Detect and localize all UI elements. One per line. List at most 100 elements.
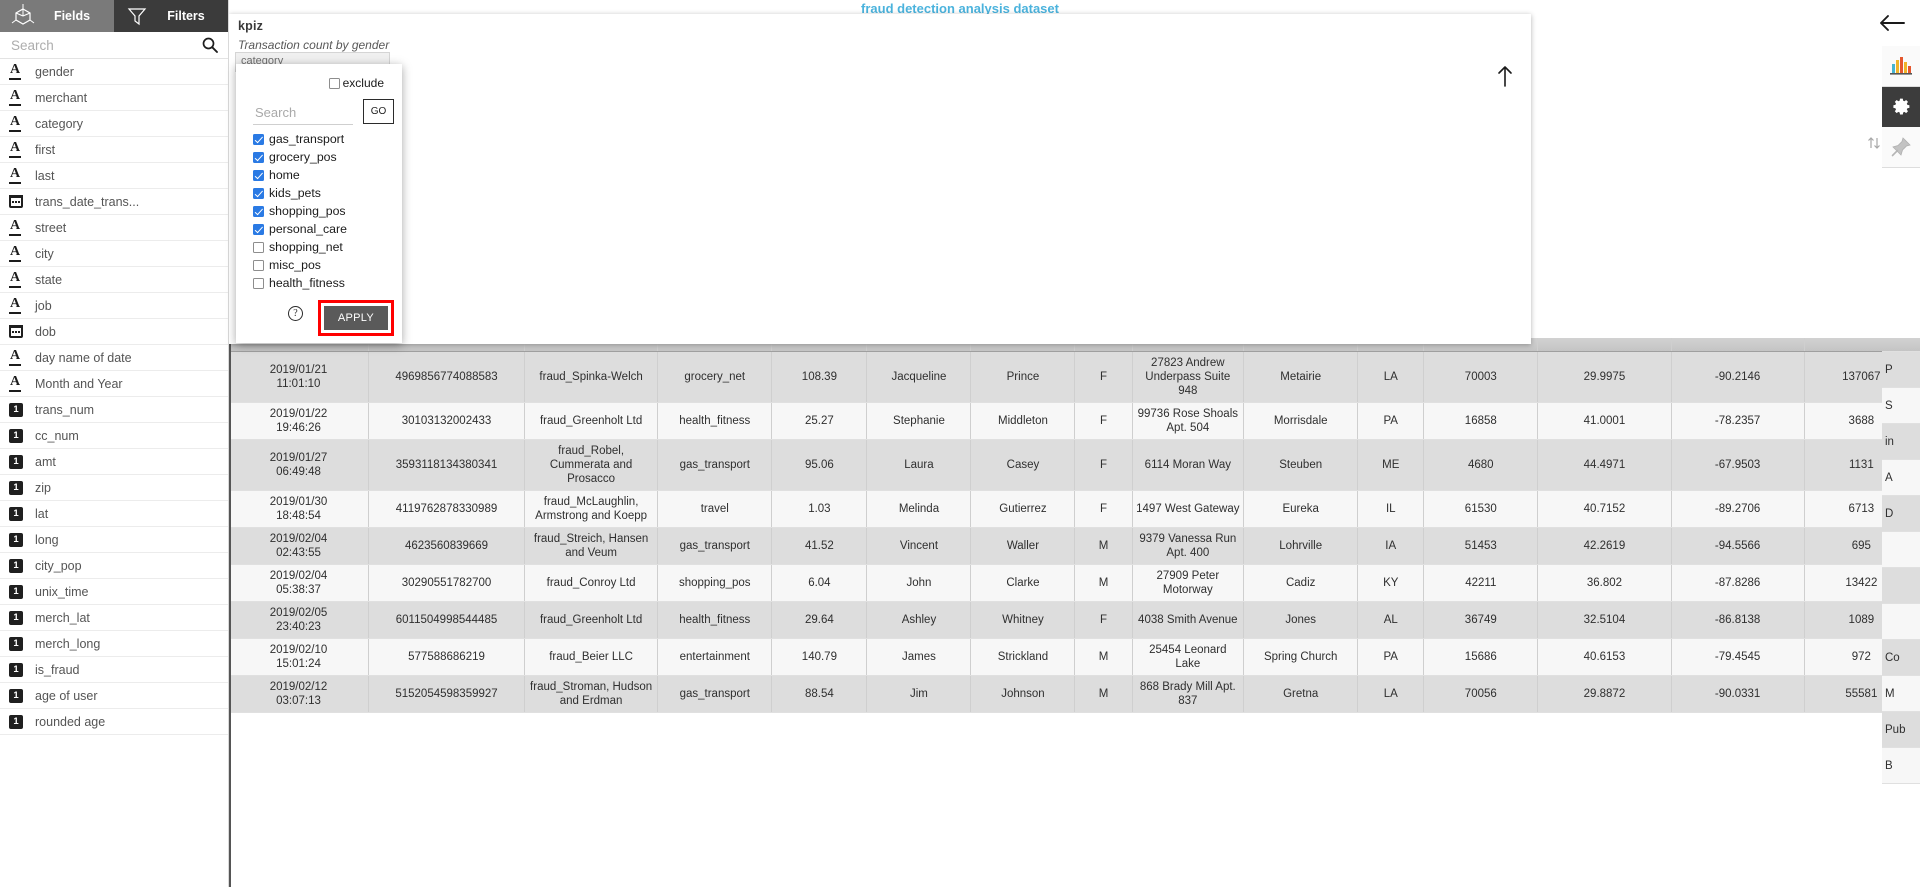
exclude-checkbox[interactable] bbox=[328, 77, 340, 89]
table-cell-merchant: fraud_Robel, Cummerata and Prosacco bbox=[524, 439, 659, 491]
back-arrow-icon[interactable] bbox=[1876, 12, 1906, 34]
number-field-icon: 1 bbox=[9, 532, 35, 547]
table-cell-zip: 16858 bbox=[1423, 402, 1539, 440]
filter-value-checkbox[interactable] bbox=[253, 223, 264, 235]
field-item[interactable]: 1 city_pop bbox=[0, 553, 228, 579]
arrow-up-icon[interactable] bbox=[1495, 64, 1515, 93]
field-item[interactable]: 1 amt bbox=[0, 449, 228, 475]
right-toolbar bbox=[1882, 46, 1920, 168]
sort-updown-icon[interactable] bbox=[1866, 136, 1882, 153]
filter-value-label: shopping_pos bbox=[269, 204, 346, 218]
gear-icon[interactable] bbox=[1882, 87, 1920, 127]
number-field-icon: 1 bbox=[9, 636, 35, 651]
bar-chart-icon[interactable] bbox=[1882, 46, 1920, 87]
table-right-partial-column: P Sin A D Co M Pub B bbox=[1882, 338, 1920, 887]
tab-fields[interactable]: Fields bbox=[0, 0, 114, 32]
field-item[interactable]: 1 age of user bbox=[0, 683, 228, 709]
field-item[interactable]: dob bbox=[0, 319, 228, 345]
magnifier-icon[interactable] bbox=[200, 35, 220, 55]
field-item[interactable]: Afirst bbox=[0, 137, 228, 163]
field-item-label: trans_num bbox=[35, 402, 95, 417]
table-row[interactable]: 2019/01/27 06:49:48 3593118134380341 fraud_… bbox=[229, 439, 1919, 491]
field-item[interactable]: 1 merch_long bbox=[0, 631, 228, 657]
table-cell-gender: F bbox=[1074, 490, 1133, 528]
table-cell-cc_num: 30103132002433 bbox=[368, 402, 526, 440]
table-row[interactable]: 2019/02/04 05:38:37 30290551782700 fraud_Co… bbox=[229, 564, 1919, 602]
table-row[interactable]: 2019/01/22 19:46:26 30103132002433 fraud_Gr… bbox=[229, 402, 1919, 440]
number-field-icon: 1 bbox=[9, 688, 35, 703]
filter-value-item[interactable]: home bbox=[253, 166, 402, 184]
filter-value-item[interactable]: gas_transport bbox=[253, 130, 402, 148]
filter-value-checkbox[interactable] bbox=[253, 259, 264, 271]
field-item[interactable]: 1 trans_num bbox=[0, 397, 228, 423]
exclude-row[interactable]: exclude bbox=[236, 70, 402, 97]
filter-value-item[interactable]: personal_care bbox=[253, 220, 402, 238]
number-field-icon: 1 bbox=[9, 662, 35, 677]
filter-value-item[interactable]: shopping_net bbox=[253, 238, 402, 256]
field-item[interactable]: trans_date_trans... bbox=[0, 189, 228, 215]
field-item[interactable]: Astate bbox=[0, 267, 228, 293]
filter-search-input[interactable] bbox=[253, 104, 357, 121]
field-item[interactable]: Astreet bbox=[0, 215, 228, 241]
number-field-icon: 1 bbox=[9, 506, 35, 521]
table-row[interactable]: 2019/02/10 15:01:24 577588686219 fraud_Beie… bbox=[229, 638, 1919, 676]
table-row[interactable]: 2019/02/12 03:07:13 5152054598359927 fraud_… bbox=[229, 675, 1919, 713]
filter-dropdown-panel: exclude GO gas_transport grocery_poshome k… bbox=[236, 64, 402, 343]
filter-value-label: home bbox=[269, 168, 300, 182]
search-input[interactable] bbox=[9, 36, 200, 54]
filter-value-checkbox[interactable] bbox=[253, 205, 264, 217]
table-row[interactable]: 2019/01/30 18:48:54 4119762878330989 fraud_… bbox=[229, 490, 1919, 528]
table-cell-last: Prince bbox=[970, 351, 1076, 403]
field-item[interactable]: Acity bbox=[0, 241, 228, 267]
field-item[interactable]: Aday name of date bbox=[0, 345, 228, 371]
table-cell-cc_num: 4119762878330989 bbox=[368, 490, 526, 528]
field-item[interactable]: 1 is_fraud bbox=[0, 657, 228, 683]
field-item[interactable]: 1 rounded age bbox=[0, 709, 228, 735]
field-item[interactable]: 1 lat bbox=[0, 501, 228, 527]
pin-icon[interactable] bbox=[1882, 127, 1920, 168]
field-item[interactable]: 1 unix_time bbox=[0, 579, 228, 605]
go-button[interactable]: GO bbox=[363, 99, 394, 124]
filter-value-item[interactable]: health_fitness bbox=[253, 274, 402, 292]
table-row[interactable]: 2019/01/21 11:01:10 4969856774088583 fraud_… bbox=[229, 351, 1919, 403]
filter-value-checkbox[interactable] bbox=[253, 133, 264, 145]
field-item[interactable]: 1 cc_num bbox=[0, 423, 228, 449]
filter-value-checkbox[interactable] bbox=[253, 187, 264, 199]
table-cell-street: 1497 West Gateway bbox=[1132, 490, 1245, 528]
field-item[interactable]: Amerchant bbox=[0, 85, 228, 111]
table-cell-first: Jim bbox=[866, 675, 972, 713]
data-table[interactable]: 2019/01/21 11:01:10 4969856774088583 fraud_… bbox=[229, 338, 1919, 887]
filter-value-item[interactable]: shopping_pos bbox=[253, 202, 402, 220]
fields-search[interactable] bbox=[0, 32, 228, 59]
question-mark-icon[interactable]: ? bbox=[288, 306, 303, 321]
filter-value-checkbox[interactable] bbox=[253, 151, 264, 163]
filter-value-item[interactable]: misc_pos bbox=[253, 256, 402, 274]
table-cell-long: -67.9503 bbox=[1671, 439, 1805, 491]
table-cell-gender: F bbox=[1074, 601, 1133, 639]
filter-value-item[interactable]: kids_pets bbox=[253, 184, 402, 202]
field-item[interactable]: Alast bbox=[0, 163, 228, 189]
field-item[interactable]: 1 long bbox=[0, 527, 228, 553]
table-cell-zip: 4680 bbox=[1423, 439, 1539, 491]
field-item[interactable]: A Month and Year bbox=[0, 371, 228, 397]
field-item[interactable]: 1 merch_lat bbox=[0, 605, 228, 631]
filter-value-item[interactable]: grocery_pos bbox=[253, 148, 402, 166]
tab-filters[interactable]: Filters bbox=[114, 0, 228, 32]
field-item[interactable]: Ajob bbox=[0, 293, 228, 319]
table-cell-trans_date_trans_time: 2019/02/12 03:07:13 bbox=[229, 675, 370, 713]
filter-value-checkbox[interactable] bbox=[253, 277, 264, 289]
table-cell-zip: 15686 bbox=[1423, 638, 1539, 676]
string-field-icon: A bbox=[9, 141, 35, 158]
field-item[interactable]: Acategory bbox=[0, 111, 228, 137]
table-cell-amt: 95.06 bbox=[771, 439, 868, 491]
filter-value-checkbox[interactable] bbox=[253, 241, 264, 253]
filter-search-box[interactable] bbox=[253, 104, 357, 125]
table-row[interactable]: 2019/02/05 23:40:23 6011504998544485 fraud_… bbox=[229, 601, 1919, 639]
filter-value-checkbox[interactable] bbox=[253, 169, 264, 181]
field-item[interactable]: 1 zip bbox=[0, 475, 228, 501]
table-row[interactable]: 2019/02/04 02:43:55 4623560839669 fraud_Str… bbox=[229, 527, 1919, 565]
table-cell-amt: 1.03 bbox=[771, 490, 868, 528]
number-field-icon: 1 bbox=[9, 610, 35, 625]
apply-button[interactable]: APPLY bbox=[323, 306, 388, 330]
field-item[interactable]: Agender bbox=[0, 59, 228, 85]
